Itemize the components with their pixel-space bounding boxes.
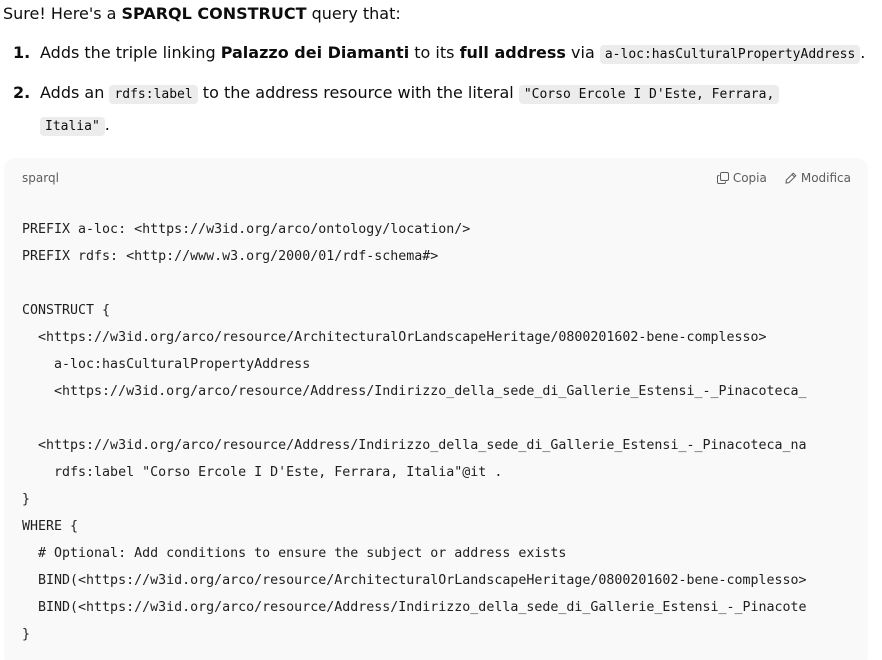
code-actions: Copia Modifica [716,171,851,185]
code-line: } [22,492,31,507]
code-line: CONSTRUCT { [22,303,111,318]
code-line: PREFIX rdfs: <http://www.w3.org/2000/01/… [22,249,439,264]
pencil-icon [785,172,797,184]
copy-button[interactable]: Copia [716,171,767,185]
code-content: PREFIX a-loc: <https://w3id.org/arco/ont… [22,216,868,648]
list-number: 2. [13,83,31,102]
intro-bold: SPARQL CONSTRUCT [121,4,307,23]
code-line: <https://w3id.org/arco/resource/Architec… [22,330,767,345]
code-line: } [22,627,31,642]
code-line: # Optional: Add conditions to ensure the… [22,546,567,561]
code-line: <https://w3id.org/arco/resource/Address/… [22,384,807,399]
copy-icon [716,172,729,184]
intro-text: Sure! Here's a [3,4,122,23]
code-line: PREFIX a-loc: <https://w3id.org/arco/ont… [22,222,471,237]
code-line: BIND(<https://w3id.org/arco/resource/Arc… [22,573,807,588]
intro-paragraph: Sure! Here's a SPARQL CONSTRUCT query th… [3,3,401,25]
list-number: 1. [13,43,31,62]
intro-text-end: query that: [306,4,401,23]
copy-label: Copia [732,171,767,185]
inline-code: "Corso Ercole I D'Este, Ferrara, [518,85,780,104]
code-line: WHERE { [22,519,79,534]
code-language-label: sparql [22,171,59,185]
inline-code: Italia" [40,117,105,136]
list-item-text: Adds the triple linking Palazzo dei Diam… [40,43,866,64]
code-line: a-loc:hasCulturalPropertyAddress [22,357,311,372]
code-line: rdfs:label "Corso Ercole I D'Este, Ferra… [22,465,503,480]
list-item-text: Adds an rdfs:label to the address resour… [40,77,840,111]
inline-code: rdfs:label [109,85,198,104]
list-item-text: Italia". [40,109,840,143]
code-block: sparql Copia Modifica PREFIX a-loc: <htt… [4,158,868,660]
edit-button[interactable]: Modifica [785,171,851,185]
edit-label: Modifica [800,171,851,185]
code-block-header: sparql Copia Modifica [4,158,868,202]
code-line: <https://w3id.org/arco/resource/Address/… [22,438,807,453]
inline-code: a-loc:hasCulturalPropertyAddress [599,45,861,64]
code-line: BIND(<https://w3id.org/arco/resource/Add… [22,600,807,615]
